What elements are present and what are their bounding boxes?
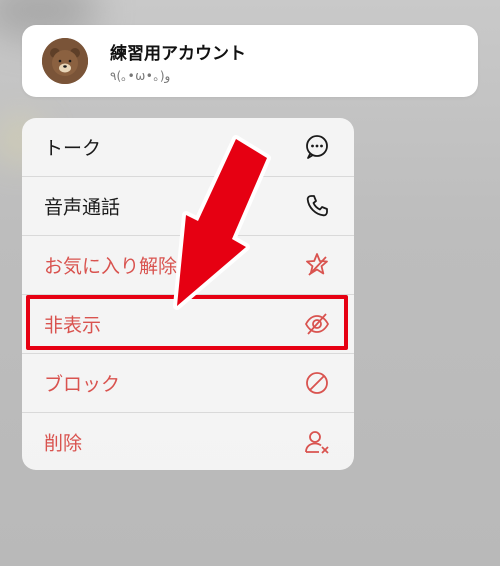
menu-item-block[interactable]: ブロック xyxy=(22,354,354,412)
contact-status-message: ٩(｡•ω•｡)و xyxy=(110,69,171,83)
contact-card[interactable]: 練習用アカウント ٩(｡•ω•｡)و xyxy=(22,25,478,97)
context-menu: トーク 音声通話 お気に入り解除 非表示 ブロック 削除 xyxy=(22,118,354,470)
menu-item-delete[interactable]: 削除 xyxy=(22,413,354,470)
menu-item-unfavorite[interactable]: お気に入り解除 xyxy=(22,236,354,294)
menu-item-label: 削除 xyxy=(44,432,83,455)
contact-name: 練習用アカウント xyxy=(110,44,246,64)
phone-icon xyxy=(303,192,331,220)
chat-bubble-icon xyxy=(303,133,331,161)
menu-item-label: お気に入り解除 xyxy=(44,255,178,278)
block-icon xyxy=(303,369,331,397)
person-remove-icon xyxy=(303,428,331,456)
highlight-box xyxy=(26,295,348,350)
menu-item-talk[interactable]: トーク xyxy=(22,118,354,176)
menu-item-label: ブロック xyxy=(44,373,121,396)
bear-avatar-icon xyxy=(42,38,88,84)
menu-item-label: 音声通話 xyxy=(44,196,121,219)
menu-item-voice-call[interactable]: 音声通話 xyxy=(22,177,354,235)
star-remove-icon xyxy=(303,251,331,279)
menu-item-label: トーク xyxy=(44,137,102,160)
